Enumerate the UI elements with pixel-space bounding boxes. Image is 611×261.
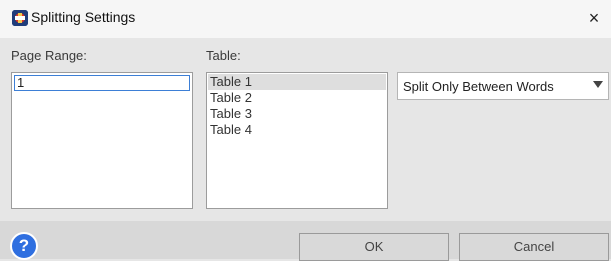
app-icon xyxy=(12,10,28,26)
close-icon[interactable]: × xyxy=(583,7,605,29)
table-list-item[interactable]: Table 4 xyxy=(208,122,386,138)
page-range-panel: 1 xyxy=(11,72,193,209)
table-label: Table: xyxy=(206,48,241,63)
split-mode-dropdown[interactable]: Split Only Between Words xyxy=(397,72,609,100)
window-title: Splitting Settings xyxy=(31,9,136,25)
table-list-item[interactable]: Table 3 xyxy=(208,106,386,122)
cancel-button[interactable]: Cancel xyxy=(459,233,609,261)
table-list[interactable]: Table 1 Table 2 Table 3 Table 4 xyxy=(206,72,388,209)
help-button[interactable]: ? xyxy=(10,232,38,260)
title-bar: Splitting Settings × xyxy=(0,0,611,38)
dialog-footer: ? OK Cancel xyxy=(0,221,611,261)
split-mode-value: Split Only Between Words xyxy=(403,79,554,94)
page-range-label: Page Range: xyxy=(11,48,87,63)
table-list-item[interactable]: Table 1 xyxy=(208,74,386,90)
table-list-item[interactable]: Table 2 xyxy=(208,90,386,106)
chevron-down-icon xyxy=(593,81,603,88)
ok-button[interactable]: OK xyxy=(299,233,449,261)
page-range-input[interactable]: 1 xyxy=(14,75,190,91)
